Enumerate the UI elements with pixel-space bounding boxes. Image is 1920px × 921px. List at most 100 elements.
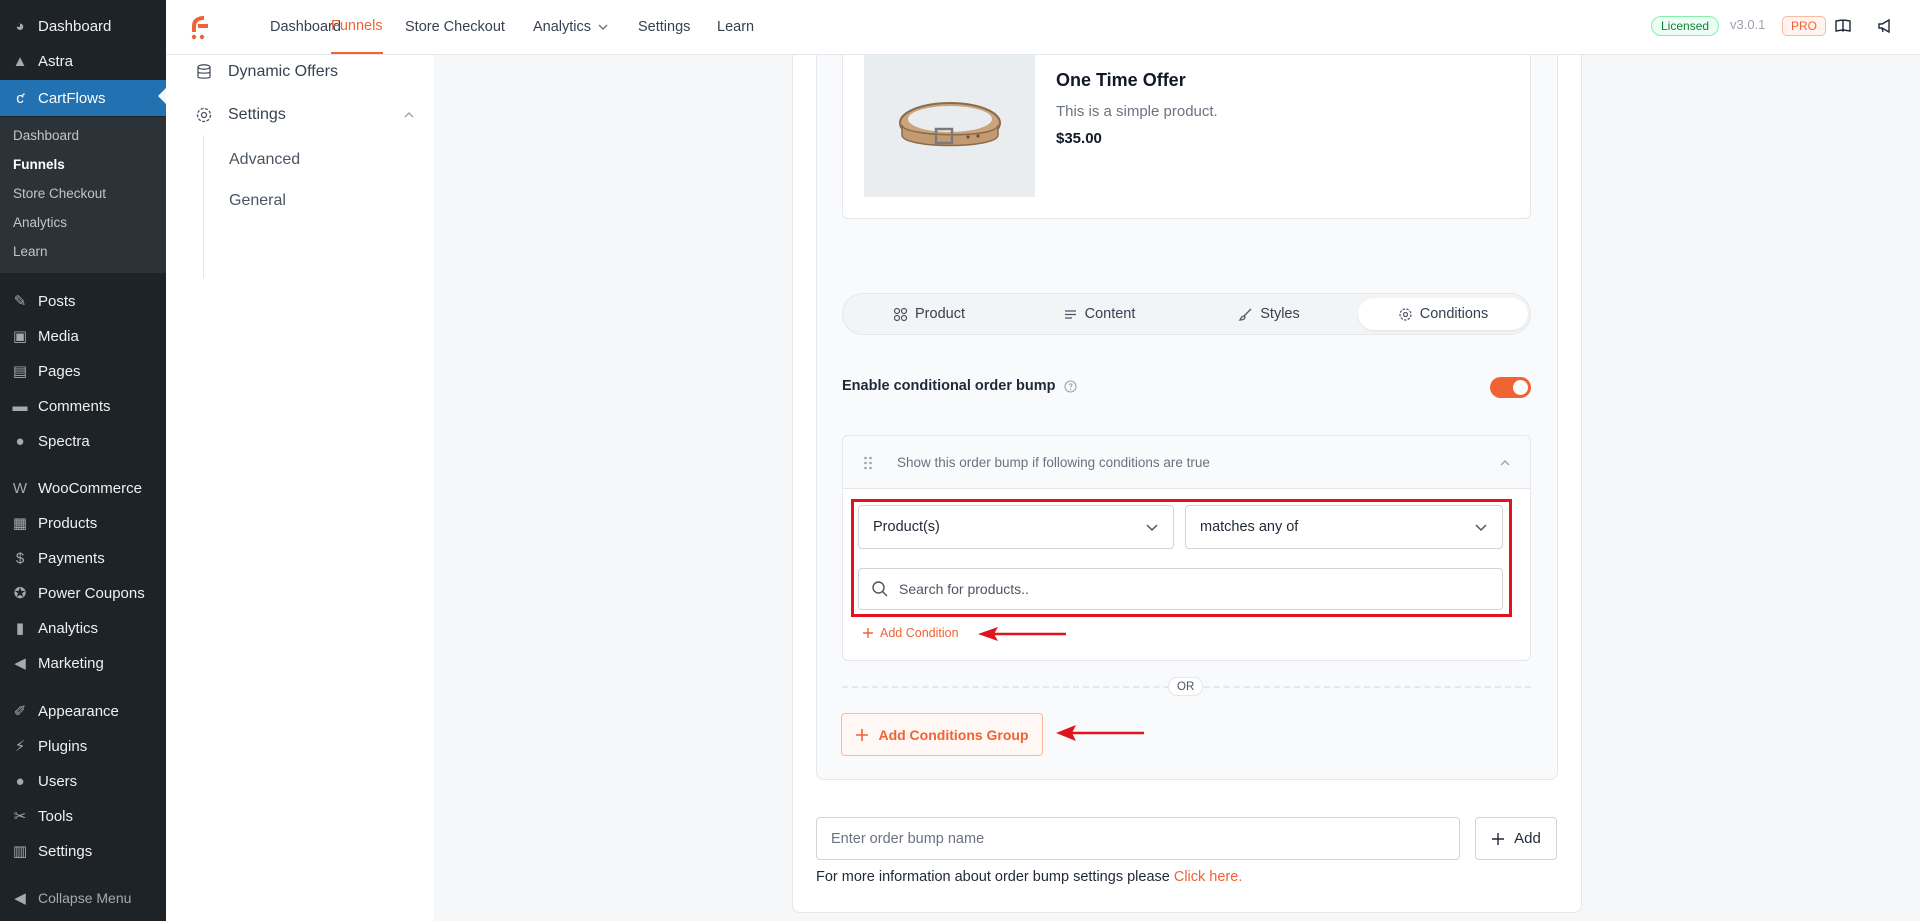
wp-menu-posts[interactable]: ✎ Posts <box>0 285 166 317</box>
wp-submenu-funnels[interactable]: Funnels <box>13 157 65 172</box>
spectra-icon: ● <box>15 432 25 450</box>
wp-menu-astra[interactable]: ▲ Astra <box>0 45 166 77</box>
wp-menu-users[interactable]: ● Users <box>0 765 166 797</box>
drag-handle-icon[interactable] <box>863 455 873 471</box>
or-badge: OR <box>1168 677 1204 696</box>
wp-menu-woocommerce[interactable]: W WooCommerce <box>0 472 166 504</box>
version-label: v3.0.1 <box>1730 17 1766 32</box>
cartflows-submenu: Dashboard Funnels Store Checkout Analyti… <box>0 117 166 273</box>
wp-menu-comments[interactable]: ▬ Comments <box>0 390 166 422</box>
analytics-icon: ▮ <box>15 620 25 637</box>
sliders-icon: ▥ <box>12 843 28 860</box>
annotation-highlight-box <box>851 499 1512 617</box>
tab-conditions[interactable]: Conditions <box>1358 298 1528 330</box>
side-dynamic-offers[interactable]: Dynamic Offers <box>194 62 338 82</box>
megaphone-icon: ◀ <box>14 655 26 672</box>
order-bump-name-input[interactable] <box>831 830 1431 847</box>
wp-menu-appearance[interactable]: ✐ Appearance <box>0 695 166 727</box>
help-circle-icon[interactable] <box>1063 379 1077 393</box>
add-order-bump-button[interactable]: Add <box>1475 817 1557 860</box>
nav-settings[interactable]: Settings <box>638 0 690 54</box>
plug-icon: ⚡ <box>14 738 26 755</box>
wp-menu-analytics[interactable]: ▮ Analytics <box>0 612 166 644</box>
wp-menu-plugins[interactable]: ⚡ Plugins <box>0 730 166 762</box>
order-bump-tabs: Product Content Styles Conditions <box>842 293 1531 335</box>
chevron-up-icon <box>404 112 414 118</box>
product-tab-icon <box>893 307 908 322</box>
add-condition-button[interactable]: Add Condition <box>862 626 959 640</box>
nav-learn[interactable]: Learn <box>717 0 754 54</box>
megaphone-icon[interactable] <box>1874 15 1896 37</box>
side-tree-line <box>203 135 204 278</box>
database-icon <box>194 62 214 82</box>
chevron-up-icon[interactable] <box>1498 456 1512 470</box>
tab-product[interactable]: Product <box>849 298 1009 330</box>
wp-menu-cartflows[interactable]: ƈ CartFlows <box>0 80 166 116</box>
conditions-group-title: Show this order bump if following condit… <box>897 455 1210 470</box>
plus-icon <box>862 627 874 639</box>
collapse-menu-button[interactable]: ◀ Collapse Menu <box>0 882 166 914</box>
wp-menu-marketing[interactable]: ◀ Marketing <box>0 647 166 679</box>
gear-icon <box>1398 307 1413 322</box>
order-bump-name-field[interactable] <box>816 817 1460 860</box>
collapse-arrow-icon: ◀ <box>14 890 26 907</box>
woocommerce-icon: W <box>12 479 28 497</box>
annotation-arrow-icon <box>1056 725 1144 741</box>
nav-store-checkout[interactable]: Store Checkout <box>405 0 505 54</box>
cartflows-topbar: Dashboard Funnels Store Checkout Analyti… <box>166 0 1920 55</box>
nav-funnels[interactable]: Funnels <box>331 0 383 54</box>
wp-submenu-store-checkout[interactable]: Store Checkout <box>13 186 106 201</box>
text-lines-icon <box>1063 307 1078 322</box>
wp-menu-power-coupons[interactable]: ✪ Power Coupons <box>0 577 166 609</box>
wrench-icon: ✂ <box>13 808 27 825</box>
brush-icon: ✐ <box>13 703 27 720</box>
wp-menu-dashboard[interactable]: ◕ Dashboard <box>0 10 166 42</box>
funnel-settings-sidebar: Dynamic Offers Settings Advanced General <box>166 55 434 921</box>
conditions-group-header[interactable]: Show this order bump if following condit… <box>842 435 1531 489</box>
wp-menu-media[interactable]: ▣ Media <box>0 320 166 352</box>
pages-icon: ▤ <box>12 363 28 380</box>
belt-image-icon <box>899 102 1001 147</box>
cartflows-logo-icon[interactable] <box>184 12 214 42</box>
wp-submenu-dashboard[interactable]: Dashboard <box>13 128 79 143</box>
product-title: One Time Offer <box>1056 70 1186 90</box>
annotation-arrow-icon <box>978 627 1066 641</box>
click-here-link[interactable]: Click here. <box>1174 869 1243 885</box>
tab-styles[interactable]: Styles <box>1189 298 1349 330</box>
plus-icon <box>855 728 869 742</box>
cartflows-icon: ƈ <box>16 89 24 107</box>
wp-menu-products[interactable]: ▦ Products <box>0 507 166 539</box>
gear-icon <box>194 105 214 125</box>
enable-conditional-toggle[interactable] <box>1490 377 1531 398</box>
pin-icon: ✎ <box>13 293 27 310</box>
tab-content[interactable]: Content <box>1019 298 1179 330</box>
more-info-text: For more information about order bump se… <box>816 869 1243 885</box>
side-advanced[interactable]: Advanced <box>229 151 300 169</box>
brush-icon <box>1238 307 1253 322</box>
plus-icon <box>1491 832 1505 846</box>
wp-admin-sidebar: ◕ Dashboard ▲ Astra ƈ CartFlows Dashboard F… <box>0 0 166 921</box>
wp-menu-spectra[interactable]: ● Spectra <box>0 425 166 457</box>
chevron-down-icon <box>598 24 608 30</box>
wp-menu-settings[interactable]: ▥ Settings <box>0 835 166 867</box>
user-icon: ● <box>15 772 25 790</box>
media-icon: ▣ <box>12 328 28 345</box>
wp-menu-pages[interactable]: ▤ Pages <box>0 355 166 387</box>
products-icon: ▦ <box>12 515 28 532</box>
book-icon[interactable] <box>1832 15 1854 37</box>
product-description: This is a simple product. <box>1056 103 1218 120</box>
product-image <box>864 55 1035 197</box>
wp-submenu-learn[interactable]: Learn <box>13 244 48 259</box>
side-general[interactable]: General <box>229 192 286 210</box>
product-price: $35.00 <box>1056 130 1102 147</box>
wp-menu-payments[interactable]: $ Payments <box>0 542 166 574</box>
add-conditions-group-button[interactable]: Add Conditions Group <box>841 713 1043 756</box>
comments-icon: ▬ <box>12 397 28 415</box>
wp-menu-tools[interactable]: ✂ Tools <box>0 800 166 832</box>
pro-badge: PRO <box>1782 16 1827 36</box>
wp-submenu-analytics[interactable]: Analytics <box>13 215 67 230</box>
nav-analytics[interactable]: Analytics <box>533 0 610 54</box>
dashboard-icon: ◕ <box>15 17 25 35</box>
side-settings[interactable]: Settings <box>194 105 416 125</box>
coupons-icon: ✪ <box>13 585 27 602</box>
